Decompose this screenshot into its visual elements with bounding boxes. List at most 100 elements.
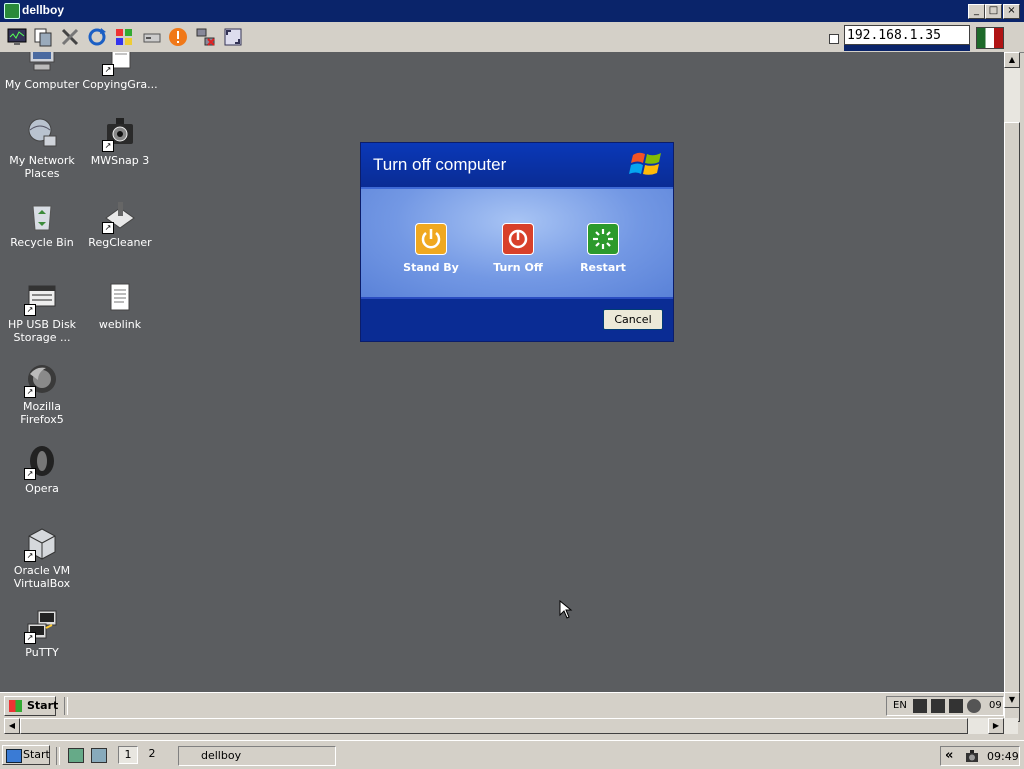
alert-icon[interactable] bbox=[167, 26, 189, 48]
network-icon[interactable] bbox=[195, 26, 217, 48]
horizontal-scrollbar[interactable]: ◀ ▶ bbox=[4, 718, 1018, 734]
cancel-button[interactable]: Cancel bbox=[603, 309, 663, 330]
desktop-icon-label: PuTTY bbox=[25, 646, 59, 659]
desktop-icon-label: weblink bbox=[98, 318, 142, 331]
flag-icon[interactable] bbox=[976, 27, 1004, 49]
start-logo-icon bbox=[6, 749, 22, 763]
desktop-icon-my-network-places[interactable]: My Network Places bbox=[2, 116, 82, 180]
tray-app-icon[interactable] bbox=[949, 699, 963, 713]
tray-camera-icon[interactable] bbox=[965, 749, 979, 763]
desktop-icon-hp-usb-disk[interactable]: ↗ HP USB Disk Storage ... bbox=[2, 280, 82, 344]
camera-icon: ↗ bbox=[102, 116, 138, 152]
desktop-icon-label: Mozilla Firefox5 bbox=[20, 400, 64, 426]
restart-label: Restart bbox=[580, 261, 626, 274]
usb-disk-icon: ↗ bbox=[24, 280, 60, 316]
desktop-icon-label: CopyingGra... bbox=[82, 78, 158, 91]
host-address-field[interactable]: 192.168.1.35 bbox=[844, 25, 970, 45]
host-taskbar: Start 1 2 dellboy « 09:49 bbox=[0, 740, 1024, 769]
remote-clock: 09 bbox=[989, 700, 1002, 711]
turn-off-dialog: Turn off computer Stand By Turn Off Rest… bbox=[360, 142, 674, 342]
desktop-icon-label: HP USB Disk Storage ... bbox=[7, 318, 77, 344]
host-system-tray: « 09:49 bbox=[940, 746, 1020, 766]
scroll-up-arrow-icon[interactable]: ▲ bbox=[1004, 52, 1020, 68]
regcleaner-icon: ↗ bbox=[102, 198, 138, 234]
toggle-checkbox[interactable] bbox=[829, 34, 839, 44]
desktop-icon-label: Recycle Bin bbox=[10, 236, 74, 249]
dialog-title: Turn off computer bbox=[373, 155, 507, 174]
desktop-icon-recycle-bin[interactable]: Recycle Bin bbox=[2, 198, 82, 249]
desktop-icon-weblink[interactable]: weblink bbox=[80, 280, 160, 331]
tray-expand-chevron-icon[interactable]: « bbox=[945, 748, 953, 763]
windows-logo-icon bbox=[629, 149, 665, 181]
host-address-dropdown[interactable] bbox=[844, 45, 970, 51]
host-start-button[interactable]: Start bbox=[2, 745, 50, 765]
minimize-button[interactable]: _ bbox=[968, 4, 985, 19]
tray-shield-icon[interactable] bbox=[967, 699, 981, 713]
desktop-icon-label: Opera bbox=[25, 482, 59, 495]
quicklaunch-app-icon[interactable] bbox=[91, 748, 107, 763]
desktop-icon-opera[interactable]: ↗ Opera bbox=[2, 444, 82, 495]
tools-icon[interactable] bbox=[59, 26, 81, 48]
standby-power-icon bbox=[415, 223, 447, 255]
desktop-icon-copyinggra[interactable]: ↗ CopyingGra... bbox=[80, 52, 160, 91]
opera-icon: ↗ bbox=[24, 444, 60, 480]
drive-icon[interactable] bbox=[141, 26, 163, 48]
language-indicator[interactable]: EN bbox=[893, 700, 907, 711]
remote-start-label: Start bbox=[27, 699, 59, 712]
close-button[interactable]: × bbox=[1003, 4, 1020, 19]
shortcut-arrow-icon: ↗ bbox=[24, 632, 36, 644]
remote-start-button[interactable]: Start bbox=[4, 696, 59, 716]
app-icon bbox=[4, 3, 20, 19]
desktop-icon-label: My Computer bbox=[4, 78, 80, 91]
computer-icon bbox=[24, 52, 60, 76]
workspace-2-button[interactable]: 2 bbox=[142, 746, 162, 764]
dialog-body: Stand By Turn Off Restart bbox=[361, 187, 673, 299]
firefox-icon: ↗ bbox=[24, 362, 60, 398]
scroll-right-arrow-icon[interactable]: ▶ bbox=[988, 718, 1004, 734]
restart-icon bbox=[587, 223, 619, 255]
desktop-icon-my-computer[interactable]: My Computer bbox=[2, 52, 82, 91]
desktop-icon-firefox[interactable]: ↗ Mozilla Firefox5 bbox=[2, 362, 82, 426]
taskbar-item-dellboy[interactable]: dellboy bbox=[178, 746, 336, 766]
taskbar-separator bbox=[64, 697, 68, 715]
host-start-label: Start bbox=[23, 748, 50, 761]
desktop-icon-mwsnap[interactable]: ↗ MWSnap 3 bbox=[80, 116, 160, 167]
shortcut-arrow-icon: ↗ bbox=[24, 386, 36, 398]
virtualbox-icon: ↗ bbox=[24, 526, 60, 562]
vertical-scroll-thumb[interactable] bbox=[1004, 122, 1020, 722]
desktop-icon-label: MWSnap 3 bbox=[90, 154, 150, 167]
tray-monitor-icon[interactable] bbox=[931, 699, 945, 713]
desktop-icon-regcleaner[interactable]: ↗ RegCleaner bbox=[80, 198, 160, 249]
scroll-down-arrow-icon[interactable]: ▼ bbox=[1004, 692, 1020, 708]
stand-by-button[interactable]: Stand By bbox=[391, 223, 471, 274]
vertical-scrollbar[interactable]: ▲ ▼ bbox=[1004, 52, 1020, 722]
desktop-icon-putty[interactable]: ↗ PuTTY bbox=[2, 608, 82, 659]
shortcut-arrow-icon: ↗ bbox=[24, 304, 36, 316]
turn-off-label: Turn Off bbox=[493, 261, 543, 274]
window-title: dellboy bbox=[22, 3, 65, 17]
shortcut-arrow-icon: ↗ bbox=[102, 140, 114, 152]
scroll-left-arrow-icon[interactable]: ◀ bbox=[4, 718, 20, 734]
refresh-icon[interactable] bbox=[86, 26, 108, 48]
workspace-1-button[interactable]: 1 bbox=[118, 746, 138, 764]
tray-app-icon[interactable] bbox=[913, 699, 927, 713]
shortcut-arrow-icon: ↗ bbox=[24, 468, 36, 480]
window-title-bar: dellboy _ □ × bbox=[0, 0, 1024, 22]
windows-flag-icon[interactable] bbox=[113, 26, 135, 48]
monitor-icon[interactable] bbox=[6, 26, 28, 48]
desktop-icon-label: Oracle VM VirtualBox bbox=[13, 564, 71, 590]
desktop-icon-virtualbox[interactable]: ↗ Oracle VM VirtualBox bbox=[2, 526, 82, 590]
fullscreen-icon[interactable] bbox=[222, 26, 244, 48]
restart-button[interactable]: Restart bbox=[563, 223, 643, 274]
horizontal-scroll-thumb[interactable] bbox=[20, 718, 968, 734]
remote-taskbar: Start EN 09 bbox=[0, 692, 1004, 719]
turn-off-button[interactable]: Turn Off bbox=[478, 223, 558, 274]
text-file-icon bbox=[102, 280, 138, 316]
document-icon: ↗ bbox=[102, 52, 138, 76]
quicklaunch-desktop-icon[interactable] bbox=[68, 748, 84, 763]
copy-icon[interactable] bbox=[32, 26, 54, 48]
maximize-button[interactable]: □ bbox=[985, 4, 1002, 19]
stand-by-label: Stand By bbox=[403, 261, 459, 274]
remote-system-tray: EN 09 bbox=[886, 696, 1004, 716]
dialog-header: Turn off computer bbox=[361, 143, 673, 187]
